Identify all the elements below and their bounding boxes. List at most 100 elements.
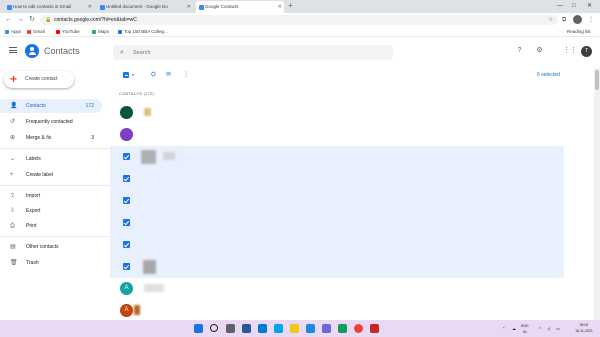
- close-tab-icon[interactable]: ✕: [278, 1, 282, 13]
- plus-icon: +: [10, 72, 18, 86]
- bookmark-maps[interactable]: Maps: [92, 27, 109, 37]
- sidebar-item-export[interactable]: ⇩ Export: [0, 204, 102, 218]
- task-view-icon[interactable]: [226, 324, 235, 333]
- redacted-contact-name: [163, 152, 175, 160]
- contact-checkbox[interactable]: [123, 263, 130, 270]
- mail-icon[interactable]: [306, 324, 315, 333]
- language-indicator[interactable]: ENG IN: [521, 323, 529, 335]
- section-header: CONTACTS (172): [119, 91, 154, 96]
- settings-gear-icon[interactable]: ⚙: [535, 46, 544, 55]
- sidebar-item-label: Labels: [26, 156, 41, 162]
- manage-labels-icon[interactable]: ⛭: [151, 70, 156, 80]
- reload-button[interactable]: ↻: [29, 13, 35, 27]
- search-input[interactable]: [133, 47, 383, 58]
- browser-menu-icon[interactable]: ⋮: [588, 15, 594, 25]
- tab-title: How to edit contacts in Gmail: [13, 4, 72, 9]
- chat-icon[interactable]: [258, 324, 267, 333]
- minimize-button[interactable]: —: [557, 0, 563, 12]
- new-tab-button[interactable]: +: [288, 0, 293, 12]
- search-icon[interactable]: ⌕: [120, 48, 124, 57]
- help-icon[interactable]: ?: [515, 46, 524, 55]
- contact-row-selected[interactable]: [110, 168, 564, 190]
- bookmark-youtube[interactable]: YouTube: [56, 27, 80, 37]
- back-button[interactable]: ←: [5, 13, 12, 27]
- widgets-icon[interactable]: [242, 324, 251, 333]
- page-scrollbar[interactable]: [594, 68, 600, 320]
- contact-checkbox[interactable]: [123, 197, 130, 204]
- bookmark-bba-colleges[interactable]: Top 150 BBA Colleg...: [118, 27, 168, 37]
- show-hidden-icons-icon[interactable]: ⌃: [502, 320, 505, 337]
- bookmark-label: Apps: [11, 29, 22, 34]
- contact-row[interactable]: A: [110, 300, 564, 320]
- maximize-button[interactable]: □: [572, 0, 576, 12]
- file-explorer-icon[interactable]: [290, 324, 299, 333]
- sidebar-item-frequently-contacted[interactable]: ↺ Frequently contacted: [0, 115, 102, 129]
- app-icon[interactable]: [370, 324, 379, 333]
- bookmark-gmail[interactable]: Gmail: [27, 27, 45, 37]
- profile-avatar[interactable]: [573, 15, 582, 24]
- reading-list[interactable]: Reading list: [567, 27, 591, 37]
- account-avatar[interactable]: T: [581, 46, 592, 57]
- docs-favicon-icon: [100, 4, 105, 10]
- volume-icon[interactable]: ◁: [547, 320, 550, 337]
- merge-icon: ⊕: [10, 135, 16, 141]
- tab-untitled-document[interactable]: Untitled document - Google Do ✕: [97, 1, 193, 13]
- import-icon: ⇪: [10, 193, 16, 199]
- sidebar-item-other-contacts[interactable]: ▤ Other contacts: [0, 240, 102, 254]
- sidebar-item-import[interactable]: ⇪ Import: [0, 189, 102, 203]
- tab-gmail-edit[interactable]: How to edit contacts in Gmail ✕: [4, 1, 94, 13]
- chevron-icon: ⌄: [10, 156, 16, 162]
- selection-dropdown-icon[interactable]: ▾: [132, 70, 134, 80]
- close-window-button[interactable]: ✕: [587, 0, 592, 12]
- battery-icon[interactable]: ▭: [556, 320, 560, 337]
- contact-checkbox[interactable]: [123, 175, 130, 182]
- forward-button[interactable]: →: [17, 13, 24, 27]
- contact-row[interactable]: [110, 124, 564, 146]
- contact-row[interactable]: A: [110, 278, 564, 300]
- scrollbar-thumb[interactable]: [595, 70, 599, 90]
- contact-row-selected[interactable]: [110, 256, 564, 278]
- gmail-icon: [27, 29, 31, 34]
- tab-title: Untitled document - Google Do: [106, 4, 168, 9]
- sidebar-item-merge-fix[interactable]: ⊕ Merge & fix 3: [0, 131, 102, 145]
- weather-icon[interactable]: ☁: [512, 320, 516, 337]
- create-contact-button[interactable]: + Create contact: [4, 71, 74, 88]
- contact-row[interactable]: [110, 102, 564, 124]
- contact-row-selected[interactable]: [110, 234, 564, 256]
- google-apps-icon[interactable]: ⋮⋮: [563, 46, 577, 55]
- close-tab-icon[interactable]: ✕: [187, 1, 191, 13]
- sidebar-item-create-label[interactable]: + Create label: [0, 168, 102, 182]
- start-button-icon[interactable]: [194, 324, 203, 333]
- extensions-icon[interactable]: ⧉: [562, 15, 566, 25]
- tab-google-contacts[interactable]: Google Contacts ✕: [196, 1, 284, 13]
- bookmark-apps[interactable]: Apps: [5, 27, 21, 37]
- contact-row-selected[interactable]: [110, 190, 564, 212]
- contact-checkbox[interactable]: [123, 241, 130, 248]
- chrome-icon[interactable]: [354, 324, 363, 333]
- select-all-checkbox[interactable]: [123, 72, 129, 78]
- main-menu-icon[interactable]: [9, 47, 17, 53]
- close-tab-icon[interactable]: ✕: [88, 1, 92, 13]
- sidebar-item-contacts[interactable]: 👤 Contacts 172: [0, 99, 102, 113]
- print-icon: ⎙: [10, 223, 15, 229]
- address-bar[interactable]: 🔒 contacts.google.com/?hl=en&tab=wC ☆: [40, 15, 558, 25]
- contact-checkbox[interactable]: [123, 153, 130, 160]
- send-email-icon[interactable]: ✉: [166, 70, 171, 80]
- sidebar-item-labels[interactable]: ⌄ Labels: [0, 152, 102, 166]
- edge-icon[interactable]: [274, 324, 283, 333]
- wifi-icon[interactable]: ◠: [538, 320, 542, 337]
- search-taskbar-icon[interactable]: [210, 324, 218, 332]
- contact-row-selected[interactable]: [110, 146, 564, 168]
- contact-avatar: [120, 106, 133, 119]
- contact-checkbox[interactable]: [123, 219, 130, 226]
- sidebar-item-print[interactable]: ⎙ Print: [0, 219, 102, 233]
- contact-row-selected[interactable]: [110, 212, 564, 234]
- search-bar[interactable]: ⌕: [113, 45, 393, 60]
- contact-avatar: A: [120, 304, 133, 317]
- more-actions-icon[interactable]: ⋮: [183, 70, 189, 80]
- store-icon[interactable]: [322, 324, 331, 333]
- system-clock[interactable]: 05:02 16-11-2021: [573, 322, 595, 334]
- app-icon[interactable]: [338, 324, 347, 333]
- bookmark-star-icon[interactable]: ☆: [548, 15, 553, 25]
- sidebar-item-trash[interactable]: 🗑 Trash: [0, 256, 102, 270]
